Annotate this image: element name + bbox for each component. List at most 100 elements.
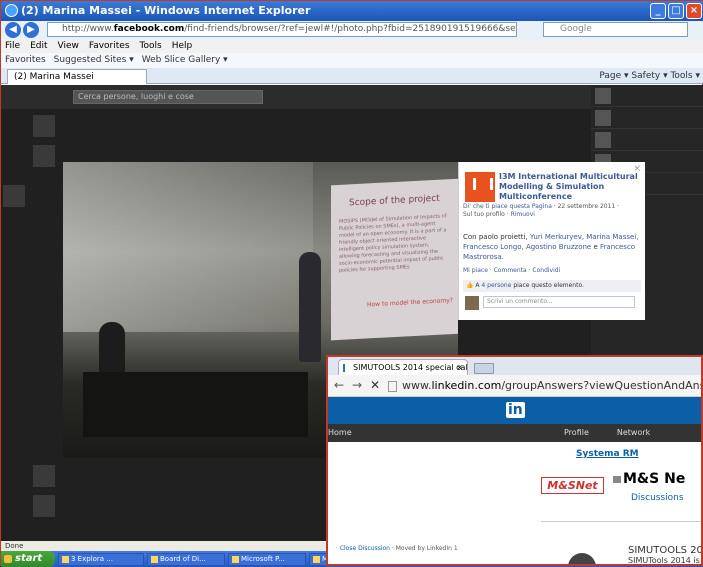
menu-favorites[interactable]: Favorites: [89, 39, 130, 53]
url-input[interactable]: http://www.facebook.com/find-friends/bro…: [47, 22, 517, 37]
forward-icon[interactable]: ▶: [23, 22, 39, 38]
ie-title-text: (2) Marina Massei - Windows Internet Exp…: [21, 4, 311, 17]
ie-logo-icon: [5, 4, 18, 17]
minimize-icon[interactable]: _: [650, 3, 666, 19]
google-search-input[interactable]: Google: [543, 22, 688, 37]
suggested-sites-link[interactable]: Suggested Sites ▾: [54, 53, 134, 68]
projection-screen: Scope of the project MOSIPS (MOdel of Si…: [331, 178, 458, 341]
menu-help[interactable]: Help: [172, 39, 193, 53]
likes-suffix: piace questo elemento.: [511, 282, 584, 289]
tab-close-icon[interactable]: ×: [456, 360, 463, 375]
taskbar-item[interactable]: Board of Di...: [147, 552, 225, 566]
chat-contact[interactable]: [591, 129, 703, 151]
likes-count-link[interactable]: 4 persone: [481, 282, 511, 289]
linkedin-nav: Home Profile Network: [328, 424, 701, 442]
taskbar-item[interactable]: 3 Explora ...: [58, 552, 144, 566]
avatar[interactable]: [568, 553, 596, 564]
ie-command-bar[interactable]: Page ▾ Safety ▾ Tools ▾: [599, 69, 700, 83]
i3m-logo[interactable]: [465, 172, 495, 202]
menu-edit[interactable]: Edit: [30, 39, 47, 53]
feed-avatar: [3, 185, 25, 207]
url-domain: linkedin.com: [431, 379, 502, 392]
ie-menu-bar: File Edit View Favorites Tools Help: [1, 39, 703, 53]
menu-view[interactable]: View: [58, 39, 79, 53]
nav-network[interactable]: Network: [617, 424, 650, 442]
caption-prefix: Con: [463, 233, 479, 241]
url-rest: /groupAnswers?viewQuestionAndAnswers=&di…: [501, 379, 701, 392]
menu-file[interactable]: File: [5, 39, 20, 53]
commenter-avatar: [465, 296, 479, 310]
url-input[interactable]: www.linkedin.com/groupAnswers?viewQuesti…: [388, 378, 701, 394]
google-search-placeholder: Google: [560, 24, 592, 34]
url-rest: /find-friends/browser/?ref=jewl#!/photo.…: [184, 24, 516, 34]
post-date: · 22 settembre 2011 ·: [551, 203, 620, 210]
url-domain: facebook.com: [113, 24, 185, 34]
avatar: [595, 87, 611, 104]
comment-input[interactable]: Scrivi un commento...: [483, 296, 635, 308]
close-discussion-link[interactable]: Close Discussion: [340, 545, 390, 552]
post-actions[interactable]: Mi piace · Commenta · Condividi: [463, 267, 560, 274]
window-controls: _ □ ×: [650, 3, 702, 19]
tag-paolo: paolo proietti: [478, 233, 526, 241]
comment-placeholder: Scrivi un commento...: [487, 298, 553, 305]
stop-icon[interactable]: ✕: [370, 378, 380, 392]
chat-contact[interactable]: [591, 85, 703, 107]
forward-icon[interactable]: →: [352, 378, 362, 392]
logo-text: in: [506, 402, 525, 418]
like-page-link[interactable]: Di' che ti piace questa Pagina: [463, 203, 552, 210]
caption-sep: e: [591, 243, 601, 251]
group-logo[interactable]: M&SNet: [541, 477, 604, 494]
close-icon[interactable]: ×: [686, 3, 702, 19]
ie-tab-strip: (2) Marina Massei Page ▾ Safety ▾ Tools …: [1, 68, 703, 84]
profile-note: Sul tuo profilo ·: [463, 211, 511, 218]
post-text: SIMUTools 2014 is: [628, 556, 700, 565]
post-title[interactable]: SIMUTOOLS 20: [628, 545, 701, 556]
thumbs-up-icon: 👍: [466, 282, 474, 289]
divider: [541, 521, 701, 522]
avatar: [595, 109, 611, 126]
remove-link[interactable]: Rimuovi: [511, 211, 535, 218]
new-tab-button[interactable]: [474, 363, 494, 374]
ie-titlebar: (2) Marina Massei - Windows Internet Exp…: [1, 1, 703, 21]
chrome-address-bar: ← → ✕ www.linkedin.com/groupAnswers?view…: [328, 375, 701, 397]
systema-link[interactable]: Systema RM: [576, 449, 639, 459]
chat-contact[interactable]: [591, 107, 703, 129]
nav-home[interactable]: Home: [328, 424, 352, 442]
slide-title: Scope of the project: [349, 193, 440, 209]
slide-question: How to model the economy?: [367, 296, 453, 309]
feed-avatar: [33, 145, 55, 167]
maximize-icon[interactable]: □: [668, 3, 684, 19]
favorites-button[interactable]: Favorites: [5, 53, 46, 68]
window-light: [63, 162, 313, 332]
nav-profile[interactable]: Profile: [564, 424, 589, 442]
caption-end: .: [501, 253, 504, 261]
avatar: [595, 131, 611, 148]
page-name-link[interactable]: I3M International Multicultural Modellin…: [499, 172, 641, 202]
fb-search-placeholder: Cerca persone, luoghi e cose: [78, 92, 194, 101]
back-icon[interactable]: ◀: [5, 22, 21, 38]
page-favicon-icon: [343, 364, 349, 372]
start-button[interactable]: start: [1, 551, 55, 567]
ie-tab-marina-massei[interactable]: (2) Marina Massei: [7, 69, 147, 84]
tab-simutools[interactable]: SIMUTOOLS 2014 special cal ×: [338, 359, 468, 375]
web-slice-gallery-link[interactable]: Web Slice Gallery ▾: [142, 53, 228, 68]
discussion-actions: · Close Discussion · Moved by LinkedIn 1: [336, 545, 458, 552]
menu-tools[interactable]: Tools: [140, 39, 162, 53]
post-caption: Con paolo proietti, Yuri Merkuryev, Mari…: [463, 232, 643, 262]
slide-body: MOSIPS (MOdel of Simulation of Impacts o…: [339, 213, 447, 274]
chrome-tab-strip: SIMUTOOLS 2014 special cal ×: [328, 357, 701, 375]
tab-discussions[interactable]: Discussions: [631, 493, 684, 503]
taskbar-item[interactable]: Microsoft P...: [228, 552, 306, 566]
linkedin-window: SIMUTOOLS 2014 special cal × ← → ✕ www.l…: [326, 355, 703, 566]
post-meta: Di' che ti piace questa Pagina · 22 sett…: [463, 203, 643, 219]
status-text: Done: [5, 542, 24, 550]
linkedin-logo[interactable]: in: [506, 402, 525, 418]
group-header: M&SNet M&S Ne Discussions: [541, 469, 701, 522]
back-icon[interactable]: ←: [334, 378, 344, 392]
fb-search-input[interactable]: Cerca persone, luoghi e cose: [73, 90, 263, 104]
feed-avatar: [33, 465, 55, 487]
presenter-figure: [299, 252, 321, 362]
panel-table: [83, 372, 308, 437]
feed-avatar: [33, 495, 55, 517]
group-name[interactable]: M&S Ne: [613, 471, 685, 487]
